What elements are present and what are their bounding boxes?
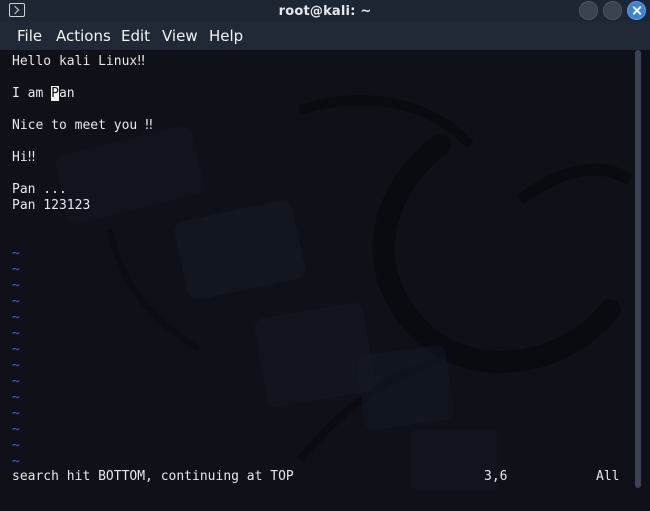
text-line: Nice to meet you ‼: [12, 118, 153, 133]
close-button[interactable]: [627, 1, 646, 20]
terminal-window: root@kali: ~ File Actions Edit View Help…: [0, 0, 650, 511]
empty-line-marker: ~: [12, 374, 20, 389]
empty-line-marker: ~: [12, 342, 20, 357]
empty-line-marker: ~: [12, 262, 20, 277]
empty-line-marker: ~: [12, 246, 20, 261]
empty-line-marker: ~: [12, 326, 20, 341]
empty-line-marker: ~: [12, 422, 20, 437]
scrollbar[interactable]: [635, 50, 641, 488]
empty-line-marker: ~: [12, 390, 20, 405]
empty-line-marker: ~: [12, 438, 20, 453]
text-segment: an: [58, 86, 75, 101]
text-cursor: P: [51, 86, 59, 101]
menu-actions[interactable]: Actions: [56, 27, 111, 45]
window-title: root@kali: ~: [278, 3, 372, 19]
menu-view[interactable]: View: [162, 27, 198, 45]
terminal-icon: [9, 3, 25, 17]
cursor-position: 3,6: [484, 469, 508, 484]
empty-line-marker: ~: [12, 278, 20, 293]
text-line: Hello kali Linux‼: [12, 54, 146, 69]
status-message: search hit BOTTOM, continuing at TOP: [12, 469, 294, 484]
title-bar[interactable]: root@kali: ~: [0, 0, 650, 22]
text-line: Pan 123123: [12, 198, 91, 213]
text-segment: I am: [12, 86, 52, 101]
empty-line-marker: ~: [12, 454, 20, 469]
empty-line-marker: ~: [12, 358, 20, 373]
scroll-indicator: All: [596, 469, 620, 484]
text-line: Hi‼: [12, 150, 36, 165]
menu-edit[interactable]: Edit: [121, 27, 150, 45]
empty-line-marker: ~: [12, 406, 20, 421]
menu-file[interactable]: File: [17, 27, 42, 45]
minimize-button[interactable]: [579, 1, 598, 20]
empty-line-marker: ~: [12, 310, 20, 325]
text-line: I am Pan: [12, 86, 75, 102]
empty-line-marker: ~: [12, 294, 20, 309]
maximize-button[interactable]: [603, 1, 622, 20]
terminal-area[interactable]: Hello kali Linux‼ I am Pan Nice to meet …: [0, 50, 650, 511]
menu-help[interactable]: Help: [209, 27, 243, 45]
menu-bar: File Actions Edit View Help: [0, 22, 650, 50]
text-line: Pan ...: [12, 182, 67, 197]
